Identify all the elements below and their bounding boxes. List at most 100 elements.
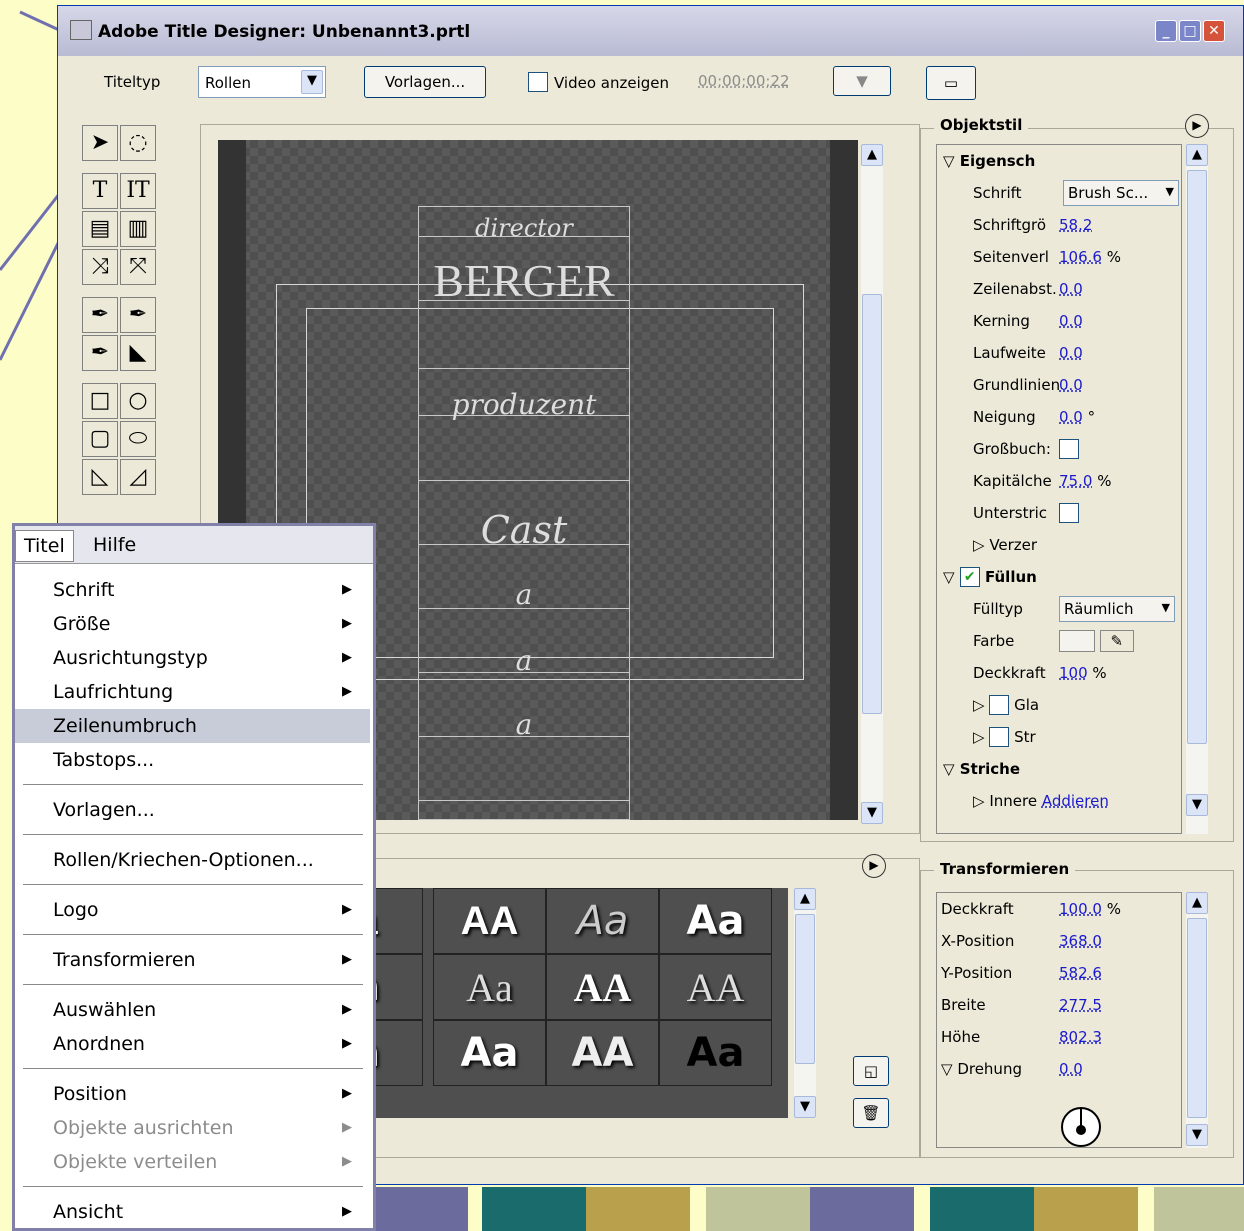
- scroll-down-icon[interactable]: ▼: [861, 802, 883, 824]
- menu-hilfe[interactable]: Hilfe: [93, 534, 136, 556]
- type-tool-icon[interactable]: T: [82, 173, 118, 209]
- vertical-type-tool-icon[interactable]: IT: [120, 173, 156, 209]
- properties-header[interactable]: ▽ Eigensch: [937, 145, 1181, 177]
- ellipse-tool-icon[interactable]: ○: [120, 383, 156, 419]
- fill-type-select[interactable]: Räumlich ▼: [1059, 596, 1175, 622]
- scroll-thumb[interactable]: [795, 914, 815, 1064]
- font-select[interactable]: Brush Sc... ▼: [1063, 180, 1179, 206]
- vertical-area-type-tool-icon[interactable]: ▥: [120, 211, 156, 247]
- trash-icon[interactable]: 🗑: [853, 1098, 889, 1128]
- convert-anchor-tool-icon[interactable]: ◣: [120, 335, 156, 371]
- delete-anchor-tool-icon[interactable]: ✒: [82, 335, 118, 371]
- close-button[interactable]: ✕: [1203, 20, 1225, 42]
- eyedropper-icon[interactable]: ✎: [1099, 630, 1134, 652]
- menu-item-ausrichtungstyp[interactable]: Ausrichtungstyp ▶: [15, 641, 370, 675]
- transform-value[interactable]: 277.5: [1059, 996, 1102, 1014]
- style-swatch[interactable]: Aa: [659, 888, 772, 954]
- menu-item-ansicht[interactable]: Ansicht ▶: [15, 1195, 370, 1229]
- prop-value[interactable]: 0.0: [1059, 312, 1083, 330]
- triangle-right-icon[interactable]: ▷: [973, 792, 989, 810]
- scroll-down-icon[interactable]: ▼: [1186, 794, 1208, 816]
- menu-item-roll-crawl-options[interactable]: Rollen/Kriechen-Optionen...: [15, 843, 370, 877]
- style-swatch[interactable]: Aa: [433, 1020, 546, 1086]
- rectangle-tool-icon[interactable]: □: [82, 383, 118, 419]
- style-swatch[interactable]: AA: [433, 888, 546, 954]
- style-swatch[interactable]: AA: [546, 1020, 659, 1086]
- menu-titel[interactable]: Titel: [15, 530, 74, 562]
- scroll-thumb[interactable]: [1187, 918, 1207, 1118]
- transform-value[interactable]: 368.0: [1059, 932, 1102, 950]
- vertical-path-type-tool-icon[interactable]: ⤧: [120, 249, 156, 285]
- pen-tool-icon[interactable]: ✒: [82, 297, 118, 333]
- rotation-tool-icon[interactable]: ◌: [120, 125, 156, 161]
- distort-row[interactable]: ▷ Verzer: [937, 529, 1181, 561]
- strokes-header[interactable]: ▽ Striche: [937, 753, 1181, 785]
- prop-value[interactable]: 106.6: [1059, 248, 1102, 266]
- area-type-tool-icon[interactable]: ▤: [82, 211, 118, 247]
- prop-value[interactable]: 100: [1059, 664, 1088, 682]
- canvas-scrollbar[interactable]: ▲ ▼: [861, 144, 883, 824]
- scroll-thumb[interactable]: [1187, 170, 1207, 744]
- prop-value[interactable]: 0.0: [1059, 344, 1083, 362]
- style-swatch[interactable]: Aa: [546, 888, 659, 954]
- styles-menu-icon[interactable]: ▶: [862, 854, 886, 878]
- texture-checkbox[interactable]: [989, 727, 1010, 747]
- panel-menu-icon[interactable]: ▶: [1185, 114, 1209, 138]
- style-swatch[interactable]: Aa: [659, 1020, 772, 1086]
- menu-item-zeilenumbruch[interactable]: Zeilenumbruch: [15, 709, 370, 743]
- minimize-button[interactable]: _: [1155, 20, 1177, 42]
- scroll-down-icon[interactable]: ▼: [794, 1096, 816, 1118]
- menu-item-groesse[interactable]: Größe ▶: [15, 607, 370, 641]
- properties-scrollbar[interactable]: ▲ ▼: [1186, 144, 1208, 834]
- transform-scrollbar[interactable]: ▲ ▼: [1186, 892, 1208, 1148]
- scroll-up-icon[interactable]: ▲: [1186, 144, 1208, 166]
- chevron-down-icon[interactable]: ▼: [301, 70, 323, 94]
- menu-item-vorlagen[interactable]: Vorlagen...: [15, 793, 370, 827]
- arc-tool-icon[interactable]: ◿: [120, 459, 156, 495]
- new-style-icon[interactable]: ◱: [853, 1056, 889, 1086]
- scroll-up-icon[interactable]: ▲: [794, 888, 816, 910]
- prop-value[interactable]: 0.0: [1059, 408, 1083, 426]
- style-swatch[interactable]: AA: [546, 954, 659, 1020]
- rotation-value[interactable]: 0.0: [1059, 1060, 1083, 1078]
- gloss-checkbox[interactable]: [989, 695, 1010, 715]
- timecode[interactable]: 00;00;00;22: [698, 72, 790, 90]
- styles-scrollbar[interactable]: ▲ ▼: [794, 888, 816, 1118]
- transform-value[interactable]: 100.0: [1059, 900, 1102, 918]
- timecode-marker-button[interactable]: ▼: [833, 66, 891, 96]
- menu-item-transformieren[interactable]: Transformieren ▶: [15, 943, 370, 977]
- fill-checkbox[interactable]: ✔: [959, 567, 980, 587]
- rounded-rect-tool-icon[interactable]: ▢: [82, 421, 118, 457]
- add-inner-stroke-link[interactable]: Addieren: [1042, 792, 1109, 810]
- rotation-dial[interactable]: [1061, 1107, 1101, 1147]
- wedge-tool-icon[interactable]: ◺: [82, 459, 118, 495]
- triangle-down-icon[interactable]: ▽: [941, 1060, 957, 1078]
- templates-button[interactable]: Vorlagen...: [364, 66, 486, 98]
- style-swatch[interactable]: Aa: [433, 954, 546, 1020]
- scroll-down-icon[interactable]: ▼: [1186, 1124, 1208, 1146]
- maximize-button[interactable]: □: [1179, 20, 1201, 42]
- underline-checkbox[interactable]: [1059, 503, 1079, 523]
- menu-item-laufrichtung[interactable]: Laufrichtung ▶: [15, 675, 370, 709]
- fill-header[interactable]: ▽ ✔ Füllun: [937, 561, 1181, 593]
- scroll-up-icon[interactable]: ▲: [1186, 892, 1208, 914]
- selection-tool-icon[interactable]: ➤: [82, 125, 118, 161]
- prop-value[interactable]: 75.0: [1059, 472, 1092, 490]
- prop-value[interactable]: 0.0: [1059, 280, 1083, 298]
- triangle-right-icon[interactable]: ▷: [973, 696, 989, 714]
- add-anchor-tool-icon[interactable]: ✒: [120, 297, 156, 333]
- path-type-tool-icon[interactable]: ⤨: [82, 249, 118, 285]
- prop-value[interactable]: 0.0: [1059, 376, 1083, 394]
- scroll-thumb[interactable]: [862, 294, 882, 714]
- titletype-select[interactable]: Rollen ▼: [198, 66, 326, 98]
- menu-item-tabstops[interactable]: Tabstops...: [15, 743, 370, 777]
- scroll-up-icon[interactable]: ▲: [861, 144, 883, 166]
- allcaps-checkbox[interactable]: [1059, 439, 1079, 459]
- safe-area-icon[interactable]: ▭: [926, 66, 976, 100]
- triangle-right-icon[interactable]: ▷: [973, 728, 989, 746]
- show-video-checkbox[interactable]: [528, 72, 548, 92]
- transform-value[interactable]: 582.6: [1059, 964, 1102, 982]
- menu-item-anordnen[interactable]: Anordnen ▶: [15, 1027, 370, 1061]
- style-swatch[interactable]: AA: [659, 954, 772, 1020]
- prop-value[interactable]: 58.2: [1059, 216, 1092, 234]
